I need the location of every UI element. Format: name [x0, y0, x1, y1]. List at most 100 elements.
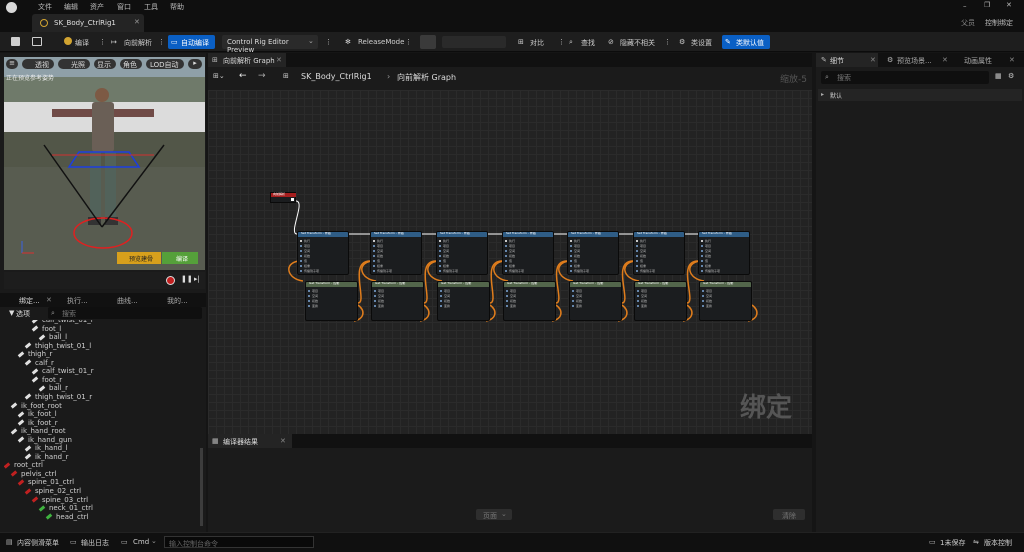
viewport-more-button[interactable]: ▸	[188, 59, 202, 69]
hierarchy-search-input[interactable]: ⌕ 搜索	[48, 307, 202, 319]
pin-icon[interactable]	[373, 270, 375, 272]
pin-icon[interactable]	[440, 300, 442, 302]
pin-icon[interactable]	[636, 240, 638, 242]
pin-icon[interactable]	[572, 295, 574, 297]
pin-icon[interactable]	[439, 265, 441, 267]
pin-icon[interactable]	[374, 290, 376, 292]
get-transform-node[interactable]: Get Transform - 控制 项目 空间 初始 变换	[634, 281, 687, 321]
pin-icon[interactable]	[636, 260, 638, 262]
tree-row-ik-hand-gun[interactable]: ik_hand_gun	[17, 436, 72, 444]
browse-icon[interactable]	[32, 37, 42, 46]
pin-icon[interactable]	[374, 305, 376, 307]
pin-icon[interactable]	[300, 245, 302, 247]
pin-icon[interactable]	[300, 260, 302, 262]
tree-row-ball-r[interactable]: ball_r	[38, 384, 68, 392]
tree-row-spine-02-ctrl[interactable]: spine_02_ctrl	[24, 487, 81, 495]
get-transform-node[interactable]: Get Transform - 控制 项目 空间 初始 变换	[305, 281, 358, 321]
tree-row-foot-l[interactable]: foot_l	[31, 325, 61, 333]
pin-icon[interactable]	[308, 300, 310, 302]
output-log-button[interactable]: 输出日志	[81, 538, 109, 548]
pin-icon[interactable]	[701, 250, 703, 252]
compiler-tab[interactable]: ▦ 编译器结果 ✕	[208, 434, 292, 448]
tree-row-ik-foot-r[interactable]: ik_foot_r	[17, 419, 58, 427]
back-arrow-icon[interactable]: ←	[239, 71, 247, 81]
viewport-options-button[interactable]: ≡	[6, 59, 18, 69]
tree-row-calf-twist-01-l[interactable]: calf_twist_01_l	[31, 320, 93, 324]
pin-icon[interactable]	[505, 265, 507, 267]
console-input[interactable]: 输入控制台命令	[164, 536, 314, 548]
tree-scrollbar[interactable]	[200, 448, 203, 526]
direction-options-icon[interactable]: ⋮	[158, 38, 165, 46]
auto-compile-toggle[interactable]: ▭ 自动编译	[168, 35, 215, 49]
pin-icon[interactable]	[570, 240, 572, 242]
pin-icon[interactable]	[506, 300, 508, 302]
pin-icon[interactable]	[300, 265, 302, 267]
pin-icon[interactable]	[702, 305, 704, 307]
begin-node[interactable]: 向前解析	[270, 192, 296, 203]
pin-icon[interactable]	[636, 255, 638, 257]
debug-step-group[interactable]	[442, 36, 506, 48]
graph-tab[interactable]: ⊞ 向前解析 Graph ✕	[208, 53, 286, 67]
tab-rig-hierarchy[interactable]: 绑定...	[19, 296, 40, 306]
menu-file[interactable]: 文件	[38, 2, 52, 12]
close-tab-icon[interactable]: ✕	[870, 56, 876, 64]
tree-row-thigh-r[interactable]: thigh_r	[17, 350, 52, 358]
clear-button[interactable]: 清除	[773, 509, 805, 520]
pin-icon[interactable]	[505, 260, 507, 262]
pin-icon[interactable]	[572, 290, 574, 292]
pin-icon[interactable]	[308, 290, 310, 292]
pin-icon[interactable]	[506, 305, 508, 307]
pin-icon[interactable]	[300, 270, 302, 272]
pin-icon[interactable]	[701, 270, 703, 272]
pin-icon[interactable]	[373, 245, 375, 247]
pin-icon[interactable]	[439, 245, 441, 247]
pin-icon[interactable]	[702, 300, 704, 302]
set-transform-node[interactable]: Set Transform - 骨骼 执行 项目 空间 初始值权重 传播到子项	[436, 231, 488, 275]
close-window-icon[interactable]: ✕	[1006, 1, 1012, 9]
pin-icon[interactable]	[701, 260, 703, 262]
graph-canvas[interactable]: Set Transform - 骨骼 执行 项目 空间 初始值权重 传播到子项 Get Tr…	[208, 90, 812, 434]
tree-row-ik-hand-r[interactable]: ik_hand_r	[24, 453, 68, 461]
step-play-icon[interactable]	[420, 35, 436, 49]
record-icon[interactable]	[166, 276, 175, 285]
unreal-logo-icon[interactable]	[6, 2, 17, 13]
pin-icon[interactable]	[637, 305, 639, 307]
class-settings-button[interactable]: 类设置	[691, 38, 712, 48]
pin-icon[interactable]	[505, 270, 507, 272]
tree-row-calf-twist-01-r[interactable]: calf_twist_01_r	[31, 367, 94, 375]
set-transform-node[interactable]: Set Transform - 骨骼 执行 项目 空间 初始值权重 传播到子项	[502, 231, 554, 275]
step-forward-icon[interactable]: ▸|	[194, 275, 200, 283]
pin-icon[interactable]	[440, 290, 442, 292]
get-transform-node[interactable]: Get Transform - 控制 项目 空间 初始 变换	[371, 281, 424, 321]
class-defaults-button[interactable]: ✎ 类默认值	[722, 35, 770, 49]
tree-row-thigh-twist-01-r[interactable]: thigh_twist_01_r	[24, 393, 92, 401]
pin-icon[interactable]	[570, 270, 572, 272]
get-transform-node[interactable]: Get Transform - 控制 项目 空间 初始 变换	[699, 281, 752, 321]
pin-icon[interactable]	[701, 265, 703, 267]
tree-row-spine-03-ctrl[interactable]: spine_03_ctrl	[31, 496, 88, 504]
pin-icon[interactable]	[373, 250, 375, 252]
tree-row-pelvis-ctrl[interactable]: pelvis_ctrl	[10, 470, 56, 478]
align-button[interactable]: 对比	[530, 38, 544, 48]
pin-icon[interactable]	[637, 300, 639, 302]
tree-row-foot-r[interactable]: foot_r	[31, 376, 62, 384]
tree-row-ik-foot-l[interactable]: ik_foot_l	[17, 410, 57, 418]
tree-row-head-ctrl[interactable]: head_ctrl	[45, 513, 88, 521]
pin-icon[interactable]	[570, 255, 572, 257]
pin-icon[interactable]	[373, 240, 375, 242]
gear-icon[interactable]: ⚙	[1008, 72, 1014, 80]
menu-asset[interactable]: 资产	[90, 2, 104, 12]
breadcrumb-graph[interactable]: 向前解析 Graph	[397, 72, 456, 83]
page-dropdown[interactable]: 页面 ⌄	[476, 509, 512, 520]
pin-icon[interactable]	[702, 290, 704, 292]
pin-icon[interactable]	[701, 245, 703, 247]
pin-icon[interactable]	[505, 240, 507, 242]
tree-row-thigh-twist-01-l[interactable]: thigh_twist_01_l	[24, 342, 91, 350]
set-transform-node[interactable]: Set Transform - 骨骼 执行 项目 空间 初始值权重 传播到子项	[370, 231, 422, 275]
pin-icon[interactable]	[373, 265, 375, 267]
set-transform-node[interactable]: Set Transform - 骨骼 执行 项目 空间 初始值权重 传播到子项	[698, 231, 750, 275]
pin-icon[interactable]	[572, 305, 574, 307]
pin-icon[interactable]	[440, 305, 442, 307]
pause-icon[interactable]: ❚❚	[181, 275, 193, 283]
source-control-button[interactable]: 版本控制	[984, 538, 1012, 548]
